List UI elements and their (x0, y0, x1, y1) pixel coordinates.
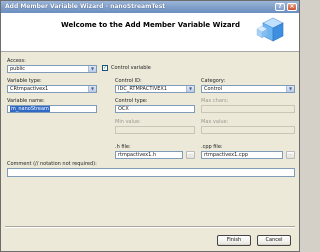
control-id-combo[interactable]: IDC_RTMPACTIVEX1 ▼ (115, 85, 195, 93)
wizard-cube-icon (256, 17, 284, 42)
variable-name-input[interactable]: m_nanoStream (7, 105, 97, 113)
h-file-input[interactable]: rtmpactivex1.h (115, 151, 183, 159)
wizard-heading: Welcome to the Add Member Variable Wizar… (61, 21, 241, 29)
max-value-label: Max value: (201, 119, 229, 125)
control-type-value: OCX (118, 106, 129, 112)
max-chars-label: Max chars: (201, 98, 229, 104)
variable-type-label: Variable type: (7, 78, 42, 84)
variable-name-value: m_nanoStream (10, 106, 50, 112)
chevron-down-icon: ▼ (88, 66, 96, 72)
cancel-button[interactable]: Cancel (257, 235, 291, 246)
close-button[interactable]: × (287, 3, 297, 11)
comment-input[interactable] (7, 168, 295, 177)
access-value: public (10, 66, 26, 72)
control-id-value: IDC_RTMPACTIVEX1 (118, 86, 168, 92)
wizard-header: Welcome to the Add Member Variable Wizar… (1, 13, 299, 52)
category-value: Control (204, 86, 223, 92)
chevron-down-icon: ▼ (88, 86, 96, 92)
variable-type-combo[interactable]: CRtmpactivex1 ▼ (7, 85, 97, 93)
access-label: Access: (7, 58, 26, 64)
variable-type-value: CRtmpactivex1 (10, 86, 49, 92)
control-variable-checkbox[interactable]: ✓ (102, 65, 108, 71)
max-value-input[interactable] (201, 126, 295, 134)
cpp-file-value: rtmpactivex1.cpp (204, 152, 248, 158)
add-member-variable-wizard-dialog: Add Member Variable Wizard - nanoStreamT… (0, 0, 300, 252)
min-value-label: Min value: (115, 119, 141, 125)
h-file-label: .h file: (115, 144, 131, 150)
cpp-file-browse-button[interactable]: ... (286, 151, 295, 159)
comment-label: Comment (// notation not required): (7, 161, 97, 167)
category-combo[interactable]: Control ▼ (201, 85, 295, 93)
min-value-input[interactable] (115, 126, 195, 134)
window-title: Add Member Variable Wizard - nanoStreamT… (5, 3, 166, 10)
control-variable-label: Control variable (111, 65, 151, 71)
control-type-label: Control type: (115, 98, 148, 104)
title-bar[interactable]: Add Member Variable Wizard - nanoStreamT… (1, 1, 299, 13)
cpp-file-label: .cpp file: (201, 144, 223, 150)
max-chars-input[interactable] (201, 105, 295, 113)
h-file-value: rtmpactivex1.h (118, 152, 157, 158)
control-type-field[interactable]: OCX (115, 105, 195, 113)
h-file-browse-button[interactable]: ... (186, 151, 195, 159)
control-id-label: Control ID: (115, 78, 142, 84)
footer-divider (5, 226, 295, 228)
variable-name-label: Variable name: (7, 98, 45, 104)
chevron-down-icon: ▼ (286, 86, 294, 92)
access-combo[interactable]: public ▼ (7, 65, 97, 73)
chevron-down-icon: ▼ (186, 86, 194, 92)
cpp-file-input[interactable]: rtmpactivex1.cpp (201, 151, 283, 159)
finish-button[interactable]: Finish (217, 235, 251, 246)
category-label: Category: (201, 78, 226, 84)
help-button[interactable]: ? (275, 3, 285, 11)
